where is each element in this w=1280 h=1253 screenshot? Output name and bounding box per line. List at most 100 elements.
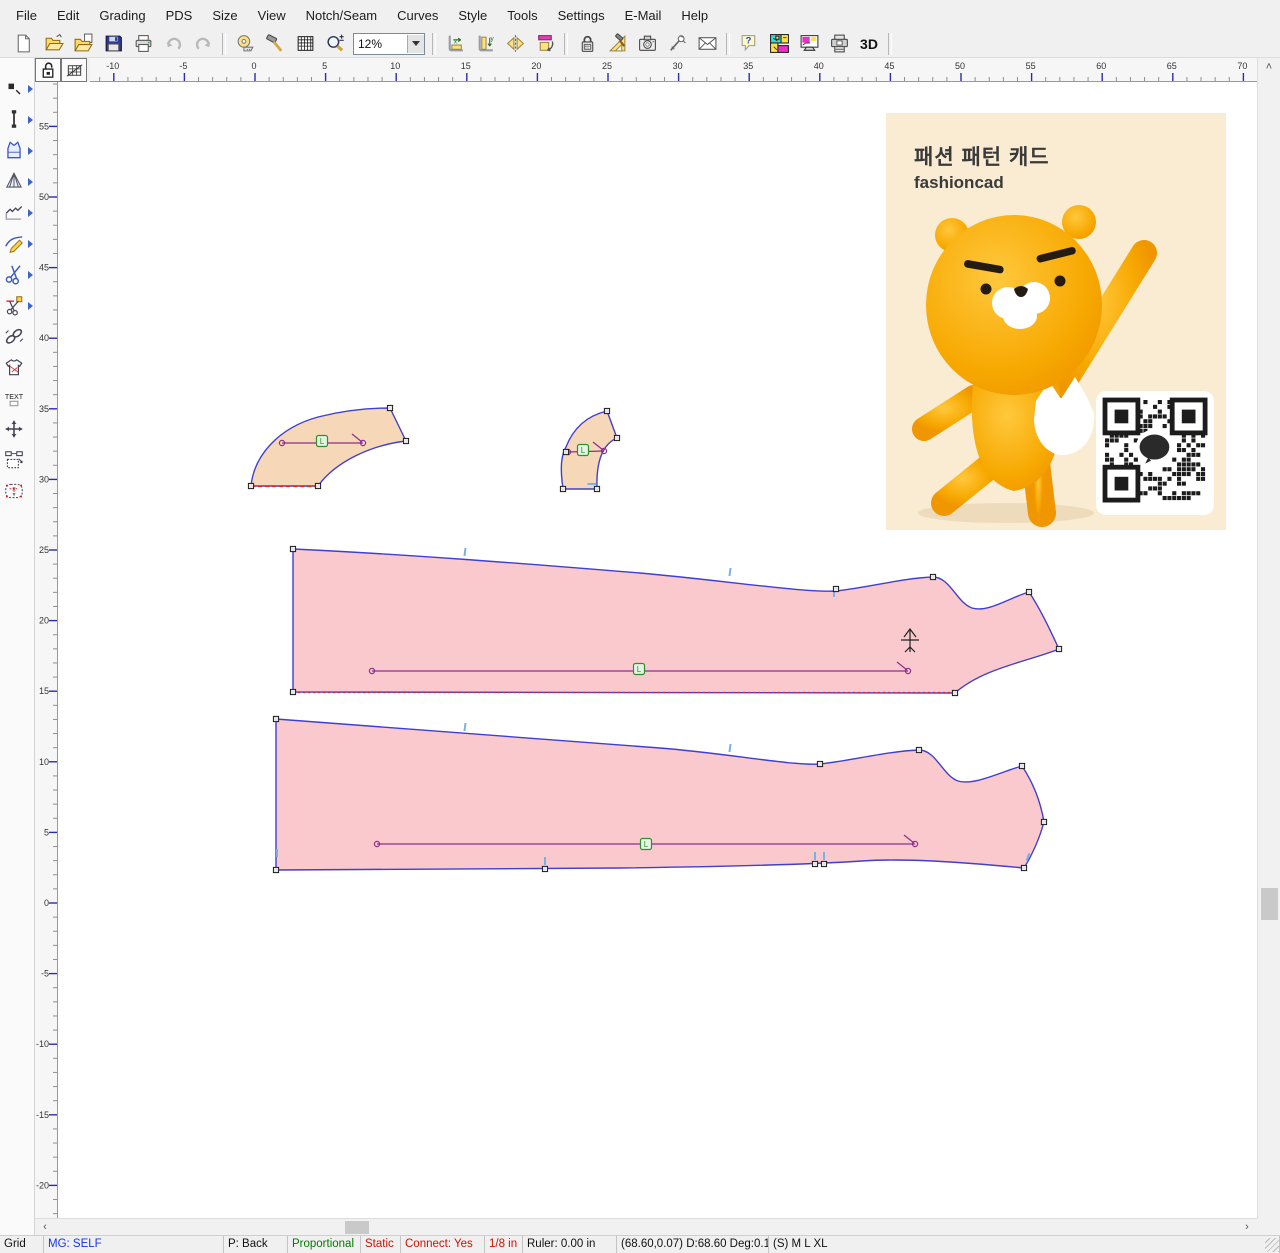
scroll-left-icon[interactable]: ‹: [37, 1220, 53, 1235]
control-handle[interactable]: [290, 546, 295, 551]
toolbar-button-print[interactable]: [128, 31, 158, 57]
control-handle[interactable]: [614, 435, 619, 440]
toolbar-button-camera[interactable]: [632, 31, 662, 57]
control-handle[interactable]: [1056, 646, 1061, 651]
menu-item-e-mail[interactable]: E-Mail: [615, 5, 672, 26]
toolbar-button-undo[interactable]: [158, 31, 188, 57]
toolbar-button-view-3d[interactable]: 3D: [854, 31, 884, 57]
toolbar-button-open-all[interactable]: [68, 31, 98, 57]
grid-toggle-button[interactable]: [61, 58, 87, 82]
control-handle[interactable]: [387, 405, 392, 410]
pattern-piece-upper-band-right[interactable]: L: [560, 408, 619, 491]
toolbar-button-save[interactable]: [98, 31, 128, 57]
menu-item-curves[interactable]: Curves: [387, 5, 448, 26]
menu-item-pds[interactable]: PDS: [156, 5, 203, 26]
toolbar-button-set-square[interactable]: [602, 31, 632, 57]
zoom-dropdown-button[interactable]: [407, 35, 424, 53]
toolbar-button-lock[interactable]: [572, 31, 602, 57]
grain-length-label[interactable]: L: [578, 445, 589, 456]
tool-xy-dimension-tool[interactable]: [0, 475, 34, 506]
tool-pattern-piece-tool[interactable]: [0, 134, 34, 165]
control-handle[interactable]: [1026, 589, 1031, 594]
control-handle[interactable]: [1021, 865, 1026, 870]
control-handle[interactable]: [1041, 819, 1046, 824]
control-handle[interactable]: [930, 574, 935, 579]
control-handle[interactable]: [594, 486, 599, 491]
vertical-scrollbar[interactable]: ˄ ˅: [1257, 58, 1280, 1235]
toolbar-button-hammer-tool[interactable]: [260, 31, 290, 57]
scroll-up-icon[interactable]: ˄: [1261, 60, 1277, 75]
menu-item-edit[interactable]: Edit: [47, 5, 89, 26]
control-handle[interactable]: [821, 861, 826, 866]
control-handle[interactable]: [812, 861, 817, 866]
pattern-piece-upper-band-left[interactable]: L: [248, 405, 408, 488]
menu-item-notch-seam[interactable]: Notch/Seam: [296, 5, 388, 26]
toolbar-button-email[interactable]: [692, 31, 722, 57]
ruler-lock-button[interactable]: [35, 58, 61, 82]
scroll-right-icon[interactable]: ›: [1239, 1220, 1255, 1235]
tool-text-tool[interactable]: [0, 382, 34, 413]
toolbar-button-mirror-flip[interactable]: [500, 31, 530, 57]
toolbar-button-rotate-piece[interactable]: [530, 31, 560, 57]
resize-grip[interactable]: [1265, 1238, 1279, 1252]
tool-cut-piece-tool[interactable]: [0, 289, 34, 320]
grain-length-label[interactable]: L: [634, 664, 645, 675]
tool-move-tool[interactable]: [0, 413, 34, 444]
control-handle[interactable]: [403, 438, 408, 443]
control-handle[interactable]: [833, 586, 838, 591]
menu-item-view[interactable]: View: [248, 5, 296, 26]
grain-length-label[interactable]: L: [641, 839, 652, 850]
horizontal-scroll-thumb[interactable]: [345, 1221, 369, 1234]
vertical-scroll-thumb[interactable]: [1261, 888, 1278, 920]
menu-item-style[interactable]: Style: [448, 5, 497, 26]
control-handle[interactable]: [560, 486, 565, 491]
menu-item-grading[interactable]: Grading: [89, 5, 155, 26]
tool-link-tool[interactable]: [0, 320, 34, 351]
toolbar-button-redo[interactable]: [188, 31, 218, 57]
tool-garment-tool[interactable]: [0, 351, 34, 382]
horizontal-scrollbar[interactable]: ‹ ›: [35, 1218, 1257, 1235]
menu-item-file[interactable]: File: [6, 5, 47, 26]
control-handle[interactable]: [916, 747, 921, 752]
zoom-level-combobox[interactable]: 12%: [353, 33, 425, 55]
toolbar-button-new-document[interactable]: [8, 31, 38, 57]
menu-item-settings[interactable]: Settings: [548, 5, 615, 26]
toolbar-button-measure-probe[interactable]: [662, 31, 692, 57]
control-handle[interactable]: [817, 761, 822, 766]
control-handle[interactable]: [290, 689, 295, 694]
control-handle[interactable]: [248, 483, 253, 488]
toolbar-button-tape-measure[interactable]: [230, 31, 260, 57]
menu-item-help[interactable]: Help: [671, 5, 718, 26]
tool-draw-curve-tool[interactable]: [0, 227, 34, 258]
flyout-arrow-icon: [28, 302, 33, 310]
toolbar-button-move-y[interactable]: [470, 31, 500, 57]
tool-scissors-tool[interactable]: [0, 258, 34, 289]
pattern-piece-pant-piece-bottom[interactable]: L: [273, 716, 1046, 872]
control-handle[interactable]: [563, 449, 568, 454]
menu-item-size[interactable]: Size: [202, 5, 247, 26]
toolbar-button-plotter[interactable]: [824, 31, 854, 57]
control-handle[interactable]: [315, 483, 320, 488]
grain-length-label[interactable]: L: [317, 436, 328, 447]
tool-seam-corner-tool[interactable]: [0, 196, 34, 227]
toolbar-button-grid-table[interactable]: [290, 31, 320, 57]
toolbar-button-help[interactable]: [734, 31, 764, 57]
tool-select-tool[interactable]: [0, 72, 34, 103]
toolbar-button-open-pattern[interactable]: [38, 31, 68, 57]
control-handle[interactable]: [273, 716, 278, 721]
control-handle[interactable]: [1019, 763, 1024, 768]
control-handle[interactable]: [273, 867, 278, 872]
tool-dart-tool[interactable]: [0, 165, 34, 196]
seam-corner-tool-icon: [3, 201, 25, 223]
toolbar-button-zoom-scale[interactable]: [320, 31, 350, 57]
toolbar-button-pattern-colors[interactable]: [764, 31, 794, 57]
toolbar-button-screen-preview[interactable]: [794, 31, 824, 57]
pattern-piece-pant-piece-top[interactable]: L: [290, 546, 1061, 695]
control-handle[interactable]: [604, 408, 609, 413]
control-handle[interactable]: [542, 866, 547, 871]
menu-item-tools[interactable]: Tools: [497, 5, 547, 26]
tool-point-tool[interactable]: [0, 103, 34, 134]
control-handle[interactable]: [952, 690, 957, 695]
toolbar-button-move-x[interactable]: [440, 31, 470, 57]
tool-copy-measure-tool[interactable]: [0, 444, 34, 475]
